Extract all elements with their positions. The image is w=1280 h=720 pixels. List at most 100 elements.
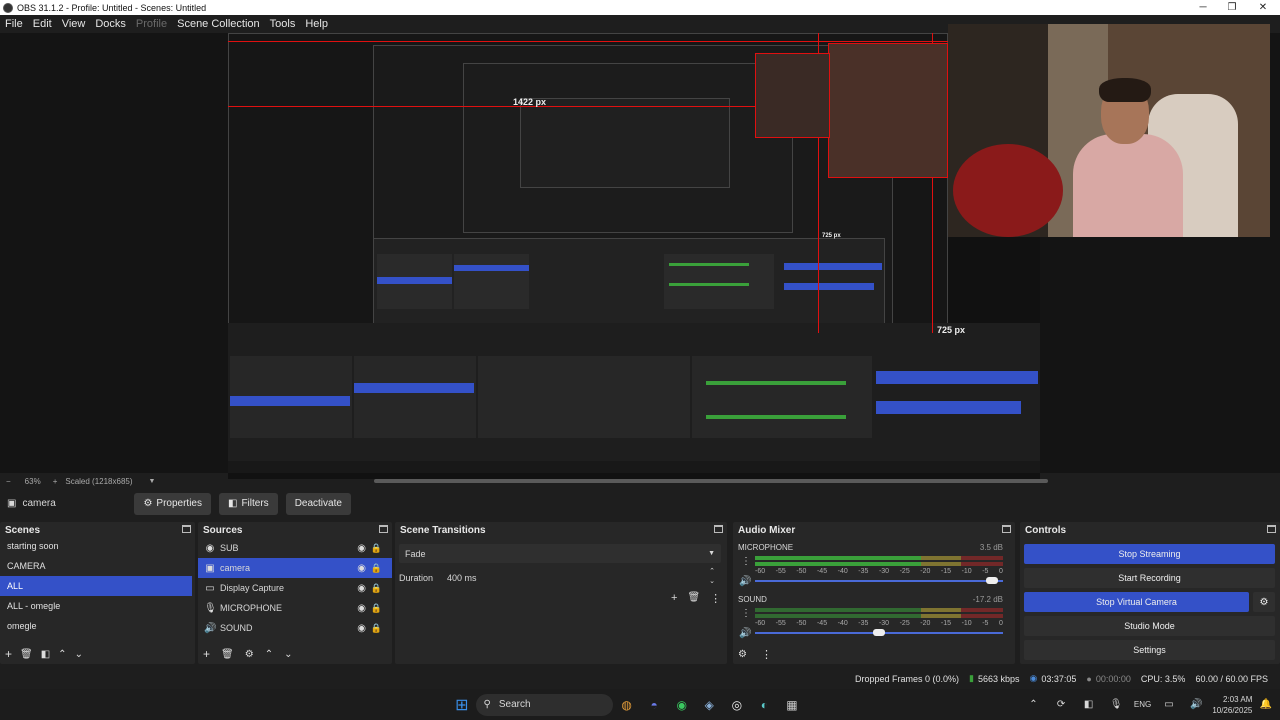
eye-icon[interactable]: ◉	[357, 543, 366, 554]
volume-slider[interactable]	[755, 577, 1003, 584]
window-title-bar: OBS 31.1.2 - Profile: Untitled - Scenes:…	[0, 0, 1280, 15]
chevron-down-icon[interactable]: ⌄	[75, 649, 83, 660]
app-tray-icon[interactable]: ◧	[1078, 694, 1100, 716]
properties-button[interactable]: ⚙ Properties	[134, 492, 211, 515]
speaker-icon[interactable]: 🔊	[739, 628, 751, 639]
settings-button[interactable]: Settings	[1024, 640, 1275, 660]
zoom-out-button[interactable]: −	[6, 477, 11, 486]
wifi-icon[interactable]: ▭	[1158, 694, 1180, 716]
slider-handle[interactable]	[986, 577, 999, 584]
chrome-icon[interactable]: ◍	[616, 694, 638, 716]
meter-scale: -60 -55 -50 -45 -40 -35 -30 -25 -20 -15 -10 -5 0	[755, 620, 1003, 627]
popout-icon[interactable]	[1002, 525, 1011, 533]
steam-icon[interactable]: ◈	[699, 694, 721, 716]
notification-icon[interactable]: 🔔	[1255, 694, 1277, 716]
spotify-icon[interactable]: ◉	[671, 694, 693, 716]
gear-icon[interactable]: ⚙	[1253, 592, 1275, 612]
lock-icon[interactable]: 🔒	[371, 623, 382, 634]
scene-item[interactable]: CAMERA	[0, 556, 195, 576]
lock-icon[interactable]: 🔒	[371, 603, 382, 614]
trash-icon[interactable]: 🗑	[221, 649, 234, 660]
channel-db: 3.5 dB	[979, 543, 1003, 552]
more-icon[interactable]: ⋮	[741, 556, 751, 567]
discord-icon[interactable]: ◓	[643, 694, 665, 716]
stop-virtual-camera-button[interactable]: Stop Virtual Camera	[1024, 592, 1249, 612]
menu-help[interactable]: Help	[300, 18, 333, 30]
source-item-selected[interactable]: ▣ camera ◉ 🔒	[198, 558, 392, 578]
source-item[interactable]: ◉ SUB ◉ 🔒	[198, 538, 392, 558]
lock-icon[interactable]: 🔒	[371, 583, 382, 594]
preview-canvas[interactable]: 1422 px 725 px 725 px	[228, 33, 1040, 479]
volume-icon[interactable]: 🔊	[1186, 694, 1208, 716]
eye-icon[interactable]: ◉	[357, 623, 366, 634]
app-icon[interactable]: ◐	[754, 694, 776, 716]
filters-button[interactable]: ◧ Filters	[219, 492, 278, 515]
horizontal-scrollbar[interactable]	[374, 479, 1048, 483]
filter-icon[interactable]: ◧	[41, 649, 50, 660]
eye-icon[interactable]: ◉	[357, 563, 366, 574]
scene-transitions-dock: Scene Transitions Fade ▼ Duration 400 ms…	[395, 522, 727, 664]
source-item[interactable]: 🎙 MICROPHONE ◉ 🔒	[198, 598, 392, 618]
obs-icon[interactable]: ◎	[726, 694, 748, 716]
app-icon[interactable]: ▦	[781, 694, 803, 716]
add-icon[interactable]: +	[203, 647, 210, 661]
menu-tools[interactable]: Tools	[265, 18, 301, 30]
source-item[interactable]: 🔊 SOUND ◉ 🔒	[198, 618, 392, 638]
volume-slider[interactable]	[755, 629, 1003, 636]
studio-mode-button[interactable]: Studio Mode	[1024, 616, 1275, 636]
windows-start-icon[interactable]: ⊞	[451, 694, 473, 716]
network-icon[interactable]: ⟳	[1050, 694, 1072, 716]
gear-icon[interactable]: ⚙	[245, 649, 254, 660]
minimize-button[interactable]: ─	[1190, 0, 1216, 15]
microphone-icon[interactable]: 🎙	[1105, 694, 1127, 716]
popout-icon[interactable]	[182, 525, 191, 533]
popout-icon[interactable]	[379, 525, 388, 533]
more-icon[interactable]: ⋮	[741, 608, 751, 619]
popout-icon[interactable]	[714, 525, 723, 533]
deactivate-button[interactable]: Deactivate	[285, 492, 351, 515]
maximize-button[interactable]: ❐	[1219, 0, 1245, 15]
menu-edit[interactable]: Edit	[28, 18, 57, 30]
transition-select[interactable]: Fade ▼	[399, 544, 721, 563]
trash-icon[interactable]: 🗑	[20, 649, 33, 660]
language-indicator[interactable]: ENG	[1134, 700, 1151, 709]
chevron-up-icon[interactable]: ⌃	[1023, 694, 1045, 716]
lock-icon[interactable]: 🔒	[371, 563, 382, 574]
add-icon[interactable]: +	[5, 647, 12, 661]
trash-icon[interactable]: 🗑	[687, 592, 700, 605]
stream-icon: ◉	[1029, 673, 1038, 683]
speaker-icon[interactable]: 🔊	[739, 576, 751, 587]
stop-streaming-button[interactable]: Stop Streaming	[1024, 544, 1275, 564]
start-recording-button[interactable]: Start Recording	[1024, 568, 1275, 588]
camera-source[interactable]	[948, 24, 1270, 237]
slider-handle[interactable]	[873, 629, 885, 636]
measure-height-label-small: 725 px	[822, 233, 841, 239]
spinner-icon[interactable]: ⌃ ⌄	[709, 567, 715, 587]
scene-item[interactable]: ALL - omegle	[0, 596, 195, 616]
zoom-in-button[interactable]: +	[53, 477, 58, 486]
popout-icon[interactable]	[1267, 525, 1276, 533]
taskbar-search[interactable]: ⚲ Search	[475, 693, 613, 716]
menu-view[interactable]: View	[57, 18, 91, 30]
more-icon[interactable]: ⋮	[761, 648, 772, 661]
more-icon[interactable]: ⋮	[710, 592, 721, 605]
scene-item-selected[interactable]: ALL	[0, 576, 192, 596]
gear-icon[interactable]: ⚙	[738, 649, 747, 660]
source-item[interactable]: ▭ Display Capture ◉ 🔒	[198, 578, 392, 598]
menu-scene-collection[interactable]: Scene Collection	[172, 18, 265, 30]
chevron-down-icon[interactable]: ▼	[149, 478, 156, 485]
chevron-up-icon[interactable]: ⌃	[265, 649, 273, 660]
menu-docks[interactable]: Docks	[90, 18, 131, 30]
chevron-down-icon[interactable]: ⌄	[284, 649, 292, 660]
eye-icon[interactable]: ◉	[357, 583, 366, 594]
clock[interactable]: 2:03 AM 10/26/2025	[1212, 694, 1252, 716]
scene-item[interactable]: omegle	[0, 616, 195, 636]
scene-item[interactable]: starting soon	[0, 536, 195, 556]
lock-icon[interactable]: 🔒	[371, 543, 382, 554]
chevron-up-icon[interactable]: ⌃	[58, 649, 66, 660]
close-button[interactable]: ✕	[1250, 0, 1276, 15]
eye-icon[interactable]: ◉	[357, 603, 366, 614]
duration-input[interactable]: 400 ms ⌃ ⌄	[439, 567, 721, 587]
menu-file[interactable]: File	[0, 18, 28, 30]
add-icon[interactable]: +	[671, 592, 677, 605]
